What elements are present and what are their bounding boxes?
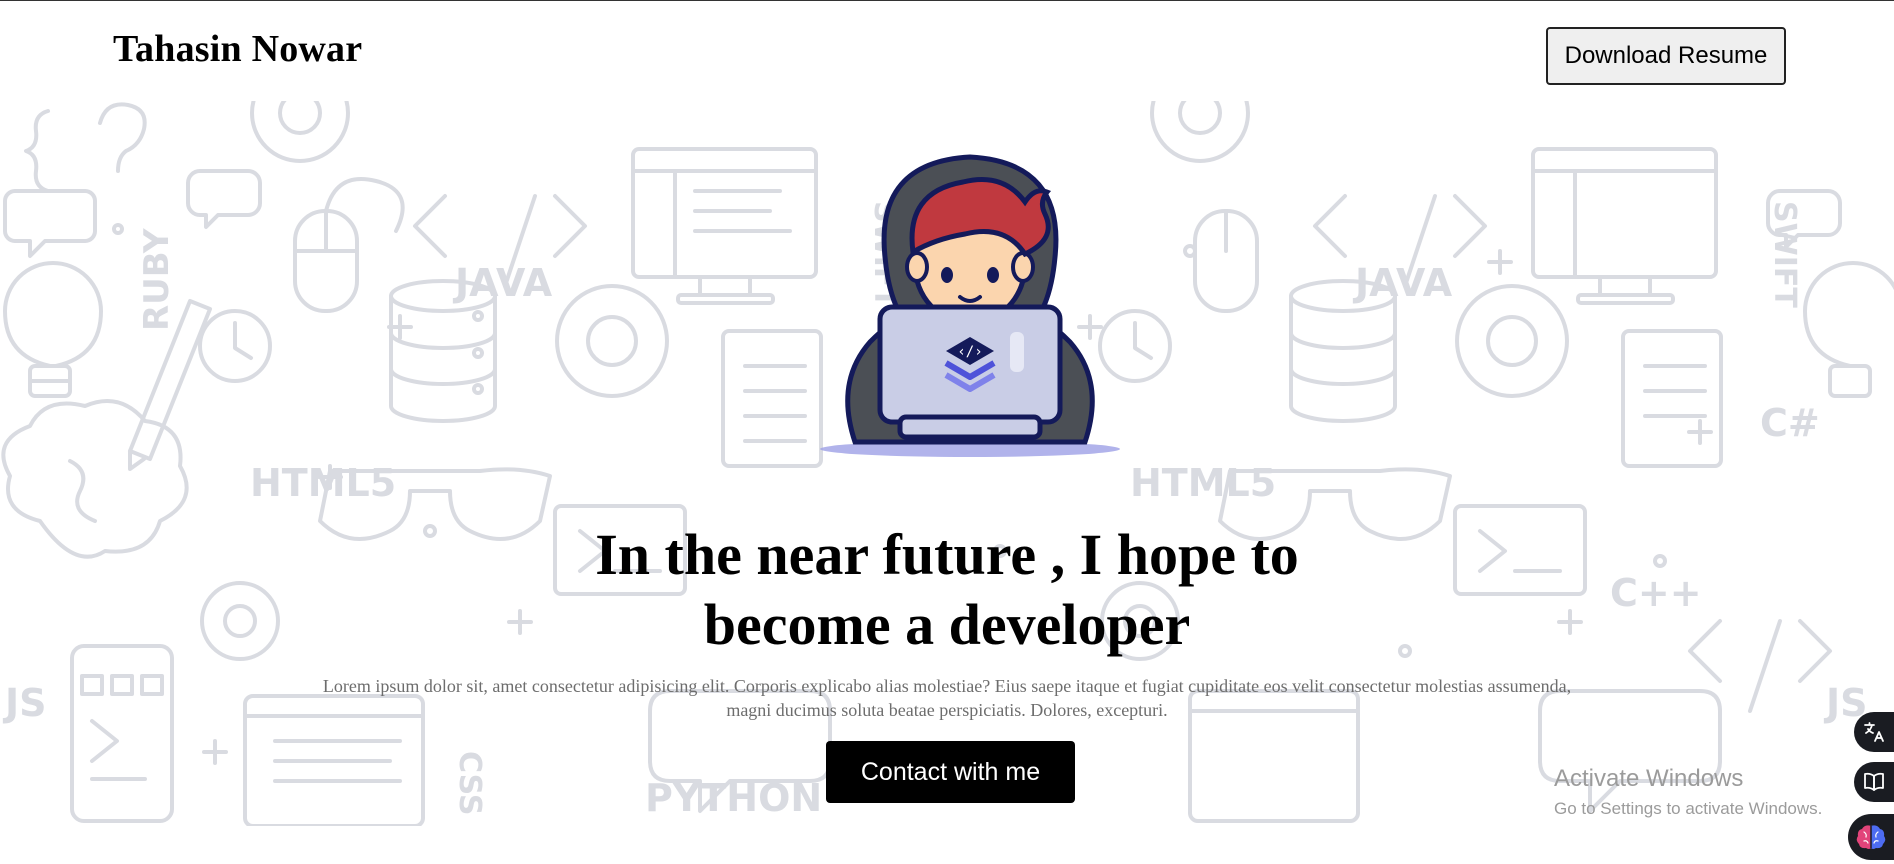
pattern-label-java: JAVA [452,261,553,305]
download-resume-button[interactable]: Download Resume [1546,27,1786,85]
pattern-label-java-2: JAVA [1352,261,1453,305]
ai-assistant-widget-button[interactable] [1848,814,1894,860]
activate-windows-watermark: Activate Windows Go to Settings to activ… [1554,765,1822,821]
pattern-label-css: CSS [452,751,487,815]
contact-button[interactable]: Contact with me [826,741,1075,803]
watermark-title: Activate Windows [1554,765,1744,792]
hero-description: Lorem ipsum dolor sit, amet consectetur … [322,676,1572,720]
hero-headline-line-1: In the near future , I hope to [595,521,1299,587]
pattern-label-cpp: C++ [1610,571,1702,615]
brain-icon [1856,825,1886,849]
translate-icon [1864,722,1884,742]
brand-name[interactable]: Tahasin Nowar [113,27,362,71]
reader-book-icon [1864,772,1884,791]
pattern-label-ruby: RUBY [137,228,177,331]
hero-section: JAVA JAVA HTML5 HTML5 PYTHON JS JS C# C+… [0,101,1894,826]
developer-with-laptop-icon: ‹/› [820,154,1120,457]
hero-headline-line-2: become a developer [703,591,1191,657]
svg-text:‹/›: ‹/› [957,344,982,360]
pattern-label-swift-2: SWIFT [1767,201,1802,308]
pattern-label-js: JS [2,681,47,725]
navbar: Tahasin Nowar Download Resume [0,1,1894,101]
pattern-label-html: HTML5 [250,461,396,505]
hero-headline: In the near future , I hope to become a … [447,520,1447,660]
translate-widget-button[interactable] [1854,712,1894,752]
watermark-subtitle: Go to Settings to activate Windows. [1554,799,1823,818]
pattern-label-python: PYTHON [645,776,822,820]
pattern-label-html-2: HTML5 [1130,461,1276,505]
reader-widget-button[interactable] [1854,762,1894,802]
pattern-label-csharp: C# [1760,401,1820,445]
